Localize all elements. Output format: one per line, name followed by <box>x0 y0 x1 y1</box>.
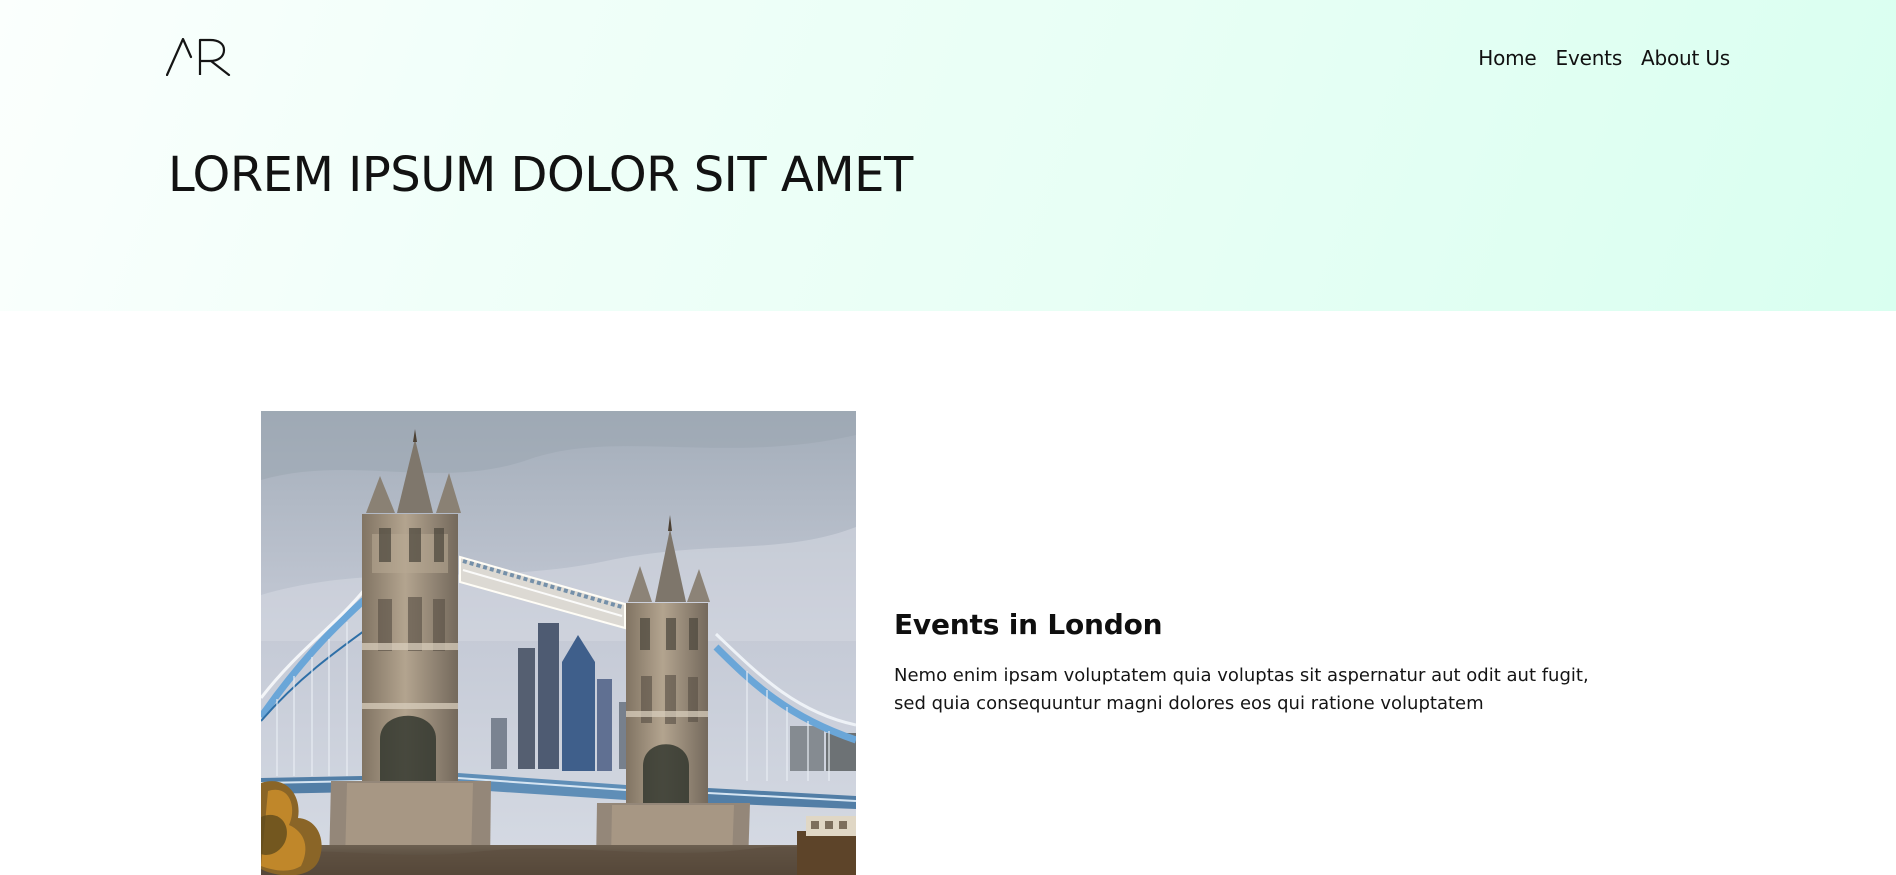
nav-events[interactable]: Events <box>1556 46 1623 70</box>
nav-home[interactable]: Home <box>1478 46 1536 70</box>
ar-logo[interactable] <box>165 37 232 77</box>
event-content: Events in London Nemo enim ipsam volupta… <box>894 603 1634 718</box>
nav-about-us[interactable]: About Us <box>1641 46 1730 70</box>
main-navigation: Home Events About Us <box>1478 43 1730 73</box>
event-title: Events in London <box>894 608 1163 641</box>
hero-title: LOREM IPSUM DOLOR SIT AMET <box>168 147 913 203</box>
ar-logo-mark <box>165 37 231 77</box>
event-description: Nemo enim ipsam voluptatem quia voluptas… <box>894 665 1589 714</box>
page: Home Events About Us LOREM IPSUM DOLOR S… <box>0 0 1896 875</box>
hero-header: Home Events About Us LOREM IPSUM DOLOR S… <box>0 0 1896 311</box>
tower-bridge-illustration <box>261 411 856 875</box>
tower-bridge-image <box>261 411 856 875</box>
